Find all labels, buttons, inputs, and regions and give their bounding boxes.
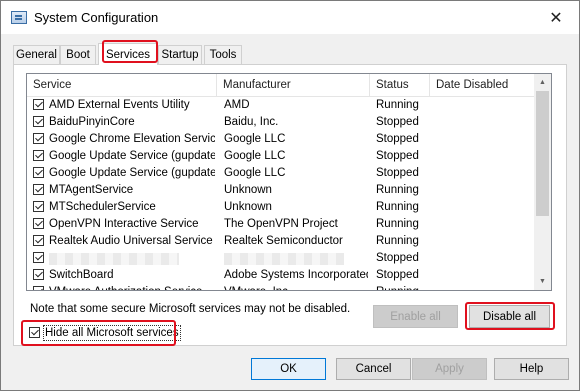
table-row[interactable]: OpenVPN Interactive Service The OpenVPN P… xyxy=(27,216,535,233)
services-list[interactable]: Service Manufacturer Status Date Disable… xyxy=(26,73,552,291)
tab-services[interactable]: Services xyxy=(98,43,158,65)
service-name: Google Chrome Elevation Servic... xyxy=(49,133,215,145)
service-status: Running xyxy=(376,99,419,111)
service-manufacturer: VMware, Inc. xyxy=(224,284,368,290)
service-status: Running xyxy=(376,184,419,196)
tab-tools[interactable]: Tools xyxy=(204,45,242,64)
window-title: System Configuration xyxy=(34,10,159,25)
column-header-date-disabled[interactable]: Date Disabled xyxy=(430,74,535,96)
service-name: SwitchBoard xyxy=(49,269,114,281)
service-name: BaiduPinyinCore xyxy=(49,116,135,128)
hide-microsoft-services-label[interactable]: Hide all Microsoft services xyxy=(43,325,181,341)
table-row[interactable]: Google Chrome Elevation Servic... Google … xyxy=(27,131,535,148)
service-checkbox[interactable] xyxy=(33,184,44,195)
table-row[interactable]: Google Update Service (gupdatem) Google L… xyxy=(27,165,535,182)
tab-boot[interactable]: Boot xyxy=(60,45,96,64)
scroll-down-icon[interactable]: ▼ xyxy=(534,273,551,290)
service-manufacturer: Realtek Semiconductor xyxy=(224,235,343,247)
service-status: Running xyxy=(376,284,432,290)
list-header: Service Manufacturer Status Date Disable… xyxy=(27,74,535,97)
column-header-manufacturer[interactable]: Manufacturer xyxy=(217,74,370,96)
table-row[interactable]: Realtek Audio Universal Service Realtek S… xyxy=(27,233,535,250)
tab-general[interactable]: General xyxy=(13,45,60,64)
service-status: Running xyxy=(376,218,419,230)
service-name: VMware Authorization Service xyxy=(49,284,215,290)
redacted-manufacturer xyxy=(224,253,344,265)
service-checkbox[interactable] xyxy=(33,235,44,246)
tab-startup[interactable]: Startup xyxy=(158,45,202,64)
hide-microsoft-services-checkbox[interactable] xyxy=(29,327,40,338)
service-checkbox[interactable] xyxy=(33,133,44,144)
service-name: Google Update Service (gupdate) xyxy=(49,150,215,162)
service-checkbox[interactable] xyxy=(33,252,44,263)
close-button[interactable]: ✕ xyxy=(533,1,579,34)
service-status: Stopped xyxy=(376,269,419,281)
table-row[interactable]: MTSchedulerService Unknown Running xyxy=(27,199,535,216)
service-name: MTSchedulerService xyxy=(49,201,156,213)
table-row[interactable]: SwitchBoard Adobe Systems Incorporated Sto… xyxy=(27,267,535,284)
service-status: Running xyxy=(376,235,419,247)
service-checkbox[interactable] xyxy=(33,286,44,290)
table-row[interactable]: MTAgentService Unknown Running xyxy=(27,182,535,199)
table-row[interactable]: AMD External Events Utility AMD Running xyxy=(27,97,535,114)
system-configuration-window: System Configuration ✕ General Boot Serv… xyxy=(0,0,580,391)
help-button[interactable]: Help xyxy=(494,358,569,380)
apply-button[interactable]: Apply xyxy=(412,358,487,380)
table-row[interactable]: Stopped xyxy=(27,250,535,267)
service-name: Realtek Audio Universal Service xyxy=(49,235,213,247)
cancel-button[interactable]: Cancel xyxy=(336,358,411,380)
table-row[interactable]: Google Update Service (gupdate) Google LL… xyxy=(27,148,535,165)
disable-all-button[interactable]: Disable all xyxy=(469,305,550,328)
service-status: Stopped xyxy=(376,167,419,179)
service-manufacturer: Baidu, Inc. xyxy=(224,116,279,128)
service-manufacturer: Unknown xyxy=(224,201,272,213)
service-checkbox[interactable] xyxy=(33,269,44,280)
service-status: Running xyxy=(376,201,419,213)
vertical-scrollbar[interactable]: ▲ ▼ xyxy=(534,74,551,290)
msconfig-app-icon xyxy=(11,11,27,24)
service-status: Stopped xyxy=(376,133,419,145)
service-name: MTAgentService xyxy=(49,184,134,196)
service-manufacturer: Adobe Systems Incorporated xyxy=(224,269,368,281)
service-manufacturer: The OpenVPN Project xyxy=(224,218,338,230)
service-manufacturer: AMD xyxy=(224,99,250,111)
close-icon: ✕ xyxy=(549,9,563,27)
redacted-service-name xyxy=(49,253,179,265)
service-manufacturer: Google LLC xyxy=(224,150,286,162)
service-checkbox[interactable] xyxy=(33,167,44,178)
service-checkbox[interactable] xyxy=(33,150,44,161)
table-row[interactable]: BaiduPinyinCore Baidu, Inc. Stopped xyxy=(27,114,535,131)
service-name: Google Update Service (gupdatem) xyxy=(49,167,215,179)
service-status: Stopped xyxy=(376,150,419,162)
service-name: AMD External Events Utility xyxy=(49,99,190,111)
service-name: OpenVPN Interactive Service xyxy=(49,218,199,230)
service-status: Stopped xyxy=(376,252,419,264)
service-checkbox[interactable] xyxy=(33,218,44,229)
column-header-status[interactable]: Status xyxy=(370,74,430,96)
column-header-service[interactable]: Service xyxy=(27,74,217,96)
enable-all-button[interactable]: Enable all xyxy=(373,305,458,328)
service-status: Stopped xyxy=(376,116,419,128)
service-manufacturer: Unknown xyxy=(224,184,272,196)
secure-services-note: Note that some secure Microsoft services… xyxy=(30,303,351,315)
title-bar: System Configuration ✕ xyxy=(1,1,579,34)
service-manufacturer: Google LLC xyxy=(224,167,286,179)
service-checkbox[interactable] xyxy=(33,116,44,127)
service-checkbox[interactable] xyxy=(33,201,44,212)
table-row[interactable]: VMware Authorization Service VMware, Inc.… xyxy=(27,284,535,290)
service-manufacturer: Google LLC xyxy=(224,133,286,145)
scroll-up-icon[interactable]: ▲ xyxy=(534,74,551,91)
scroll-thumb[interactable] xyxy=(536,91,549,216)
service-checkbox[interactable] xyxy=(33,99,44,110)
ok-button[interactable]: OK xyxy=(251,358,326,380)
